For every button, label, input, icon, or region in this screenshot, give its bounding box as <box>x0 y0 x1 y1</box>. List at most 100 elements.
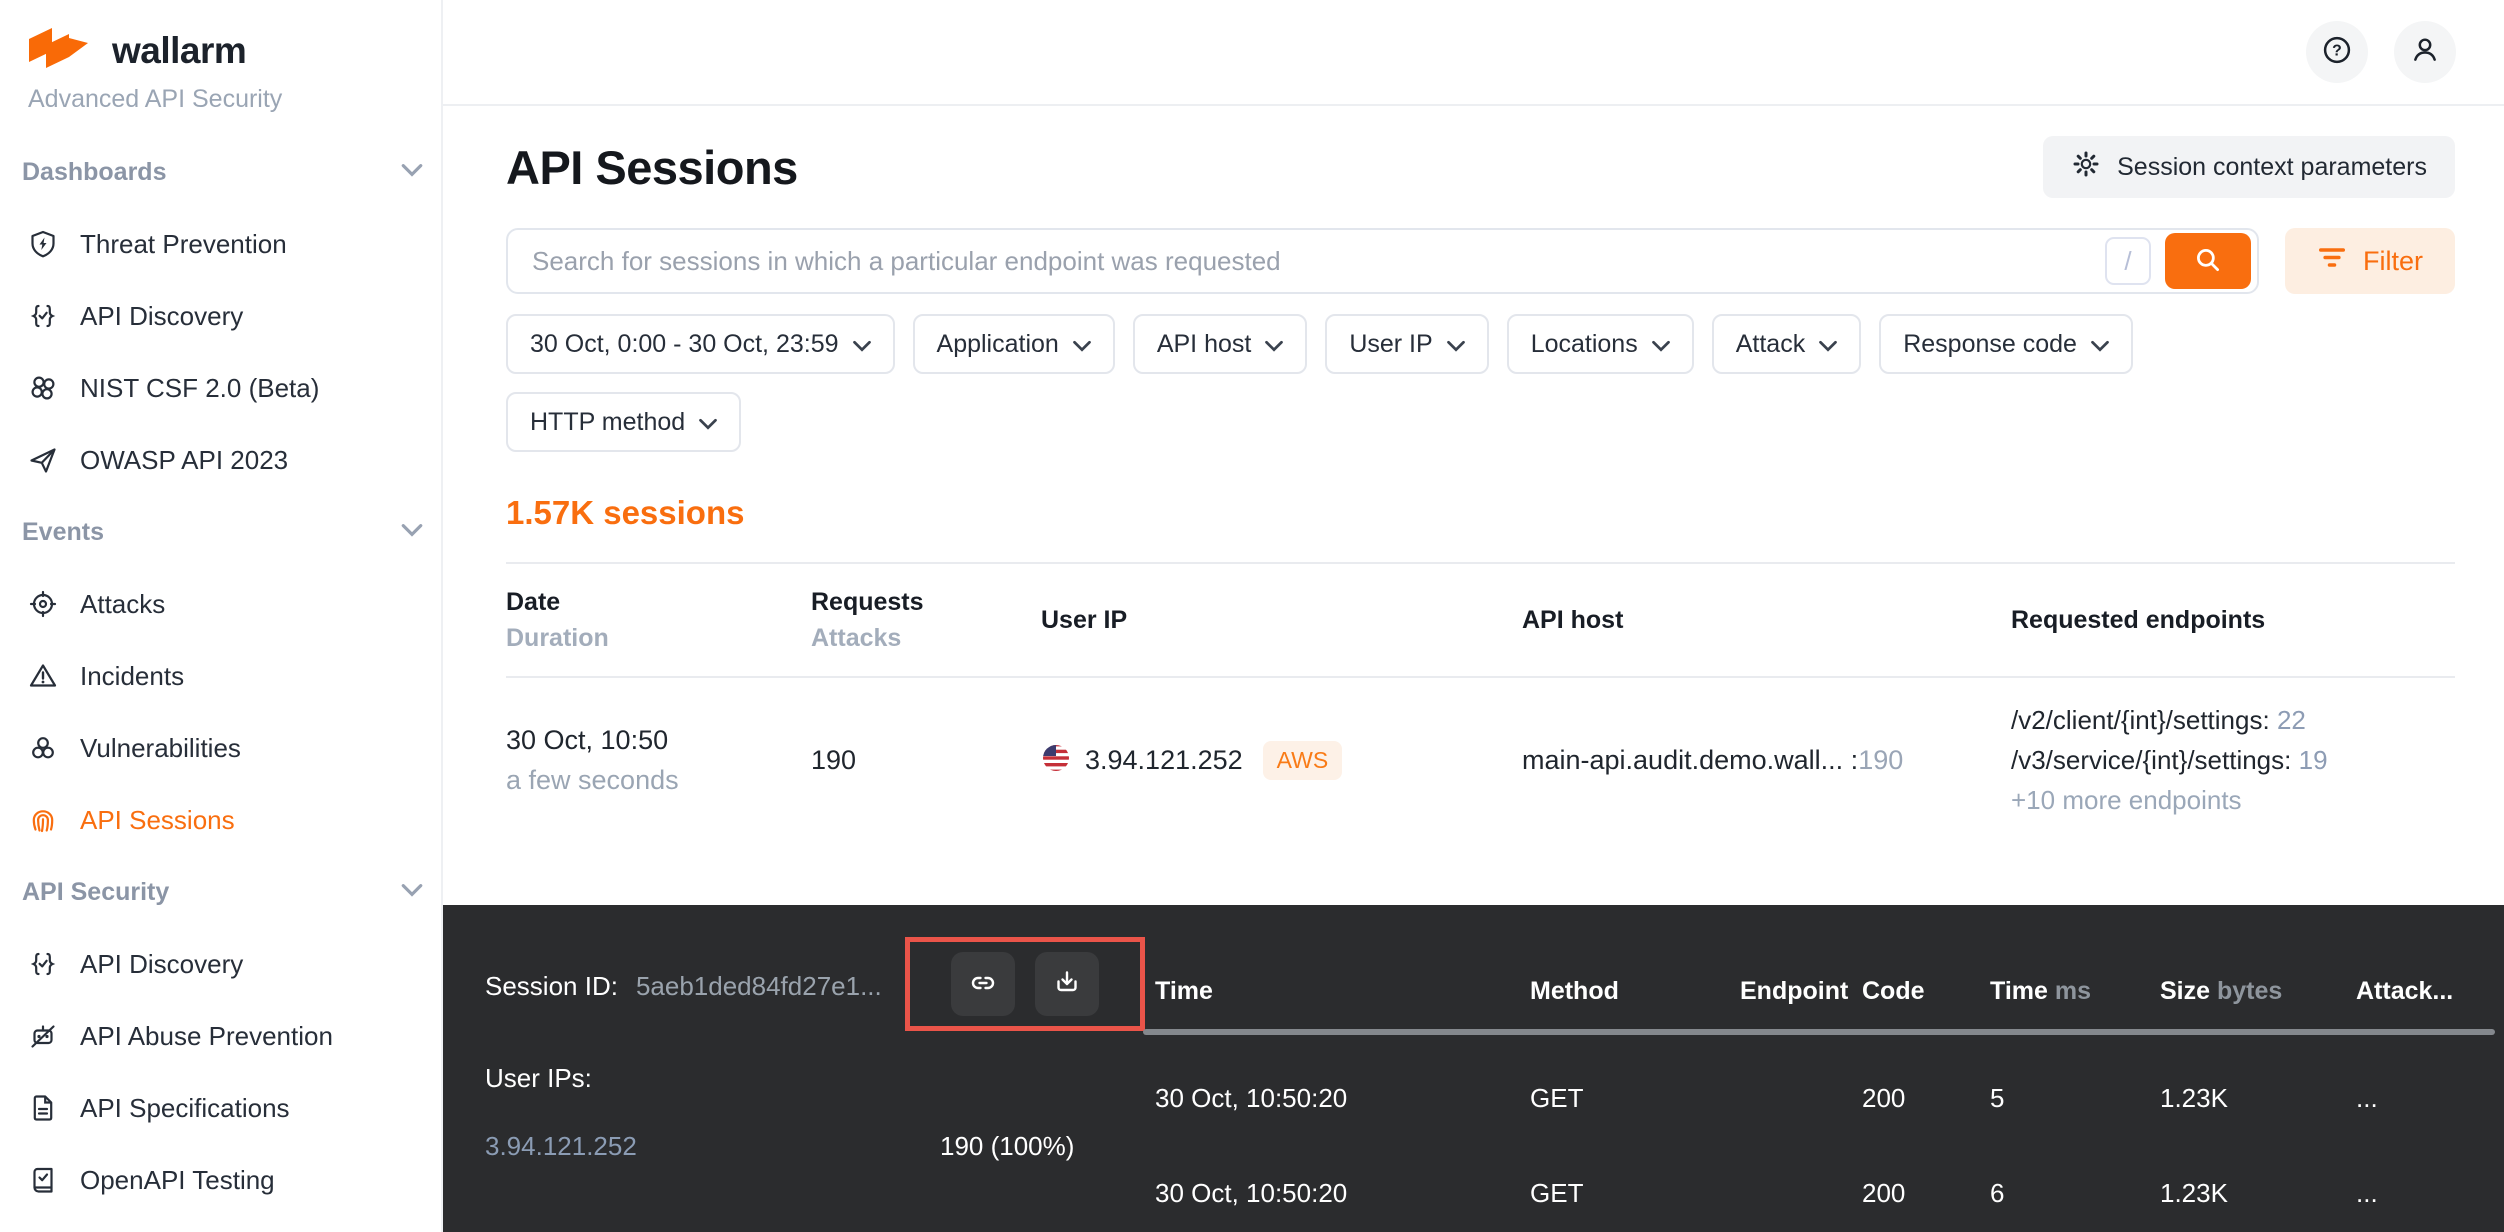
filter-lines-icon <box>2317 245 2347 277</box>
fingerprint-icon <box>28 805 58 835</box>
user-ip-share: 190 (100%) <box>940 1131 1074 1162</box>
request-row[interactable]: 30 Oct, 10:50:20 GET 200 5 1.23K ... <box>1155 1083 2504 1114</box>
chevron-down-icon <box>1652 330 1670 359</box>
search-box: / <box>506 228 2259 294</box>
sidebar-nav: Dashboards Threat Prevention API Discove… <box>22 136 423 1216</box>
http-method-filter[interactable]: HTTP method <box>506 392 741 452</box>
response-code-filter[interactable]: Response code <box>1879 314 2133 374</box>
top-bar: ? <box>443 0 2504 106</box>
ip-provider-badge: AWS <box>1263 741 1343 780</box>
application-filter[interactable]: Application <box>913 314 1115 374</box>
download-icon <box>1052 968 1082 1001</box>
search-icon <box>2192 244 2224 279</box>
keyboard-shortcut-badge: / <box>2105 237 2151 285</box>
help-button[interactable]: ? <box>2306 21 2368 83</box>
annotation-highlight <box>905 937 1145 1031</box>
clover-icon <box>28 373 58 403</box>
user-ips-label: User IPs: <box>485 1063 592 1094</box>
search-button[interactable] <box>2165 233 2251 289</box>
gear-icon <box>2071 149 2101 186</box>
sidebar: wallarm Advanced API Security Dashboards… <box>0 0 443 1232</box>
copy-session-link-button[interactable] <box>951 952 1015 1016</box>
col-requested-endpoints: Requested endpoints <box>2011 602 2455 638</box>
session-api-host: main-api.audit.demo.wall... <box>1522 745 1843 775</box>
search-input[interactable] <box>532 246 2091 277</box>
user-menu-button[interactable] <box>2394 21 2456 83</box>
user-ip-filter[interactable]: User IP <box>1325 314 1488 374</box>
session-id-label: Session ID: <box>485 971 618 1002</box>
svg-text:?: ? <box>2332 42 2342 59</box>
document-icon <box>28 1093 58 1123</box>
sessions-table-header: Date Duration Requests Attacks User IP A… <box>506 562 2455 678</box>
sidebar-item-incidents[interactable]: Incidents <box>22 640 423 712</box>
more-endpoints-link[interactable]: +10 more endpoints <box>2011 780 2455 820</box>
sidebar-item-api-abuse-prevention[interactable]: API Abuse Prevention <box>22 1000 423 1072</box>
user-icon <box>2408 33 2442 72</box>
endpoint-line: /v3/service/{int}/settings: 19 <box>2011 740 2455 780</box>
link-icon <box>968 968 998 1001</box>
col-attacks: Attacks <box>811 620 1041 656</box>
chevron-down-icon <box>853 330 871 359</box>
book-check-icon <box>28 1165 58 1195</box>
requests-table-header: Time Method Endpoint Code Time ms Size b… <box>1155 977 2504 1006</box>
sidebar-item-attacks[interactable]: Attacks <box>22 568 423 640</box>
trefoil-icon <box>28 733 58 763</box>
braces-check-icon <box>28 949 58 979</box>
chevron-down-icon <box>2091 330 2109 359</box>
sidebar-item-owasp-api[interactable]: OWASP API 2023 <box>22 424 423 496</box>
col-endpoint: Endpoint <box>1740 977 1862 1006</box>
session-user-ip: 3.94.121.252 <box>1085 745 1243 776</box>
request-row[interactable]: 30 Oct, 10:50:20 GET 200 6 1.23K ... <box>1155 1178 2504 1209</box>
attack-filter[interactable]: Attack <box>1712 314 1861 374</box>
logo-text: wallarm <box>112 30 246 72</box>
logo[interactable]: wallarm <box>22 26 423 75</box>
main-area: ? API Sessions Session context parameter… <box>443 0 2504 1232</box>
filter-button[interactable]: Filter <box>2285 228 2455 294</box>
sidebar-item-api-discovery[interactable]: API Discovery <box>22 280 423 352</box>
session-row[interactable]: 30 Oct, 10:50 a few seconds 190 3.94.121… <box>506 678 2455 842</box>
nav-section-dashboards[interactable]: Dashboards <box>22 136 423 208</box>
sidebar-item-api-specifications[interactable]: API Specifications <box>22 1072 423 1144</box>
session-context-parameters-button[interactable]: Session context parameters <box>2043 136 2455 198</box>
product-tagline: Advanced API Security <box>22 85 423 114</box>
chevron-down-icon <box>699 408 717 437</box>
nav-section-api-security[interactable]: API Security <box>22 856 423 928</box>
session-duration: a few seconds <box>506 760 811 800</box>
horizontal-scrollbar[interactable] <box>1143 1029 2495 1035</box>
api-host-filter[interactable]: API host <box>1133 314 1308 374</box>
col-size: Size bytes <box>2160 977 2356 1006</box>
shield-bolt-icon <box>28 229 58 259</box>
sidebar-item-api-discovery-2[interactable]: API Discovery <box>22 928 423 1000</box>
session-details-panel: Session ID: 5aeb1ded84fd27e1... Time Met… <box>443 905 2504 1232</box>
page-content: API Sessions Session context parameters … <box>443 106 2504 905</box>
sidebar-item-threat-prevention[interactable]: Threat Prevention <box>22 208 423 280</box>
col-duration: Duration <box>506 620 811 656</box>
sidebar-item-nist-csf[interactable]: NIST CSF 2.0 (Beta) <box>22 352 423 424</box>
chevron-down-icon <box>1073 330 1091 359</box>
session-requests: 190 <box>811 745 1041 776</box>
paper-plane-icon <box>28 445 58 475</box>
braces-check-icon <box>28 301 58 331</box>
panel-user-ip[interactable]: 3.94.121.252 <box>485 1131 637 1162</box>
nav-section-events[interactable]: Events <box>22 496 423 568</box>
api-host-request-count: 190 <box>1858 745 1903 775</box>
sidebar-item-vulnerabilities[interactable]: Vulnerabilities <box>22 712 423 784</box>
warning-triangle-icon <box>28 661 58 691</box>
wallarm-console: wallarm Advanced API Security Dashboards… <box>0 0 2504 1232</box>
sessions-count: 1.57K sessions <box>506 494 2455 532</box>
chevron-down-icon <box>401 883 423 902</box>
sidebar-item-api-sessions[interactable]: API Sessions <box>22 784 423 856</box>
us-flag-icon <box>1041 743 1071 778</box>
locations-filter[interactable]: Locations <box>1507 314 1694 374</box>
col-attack: Attack... <box>2356 977 2504 1006</box>
col-time-ms: Time ms <box>1990 977 2160 1006</box>
col-method: Method <box>1530 977 1740 1006</box>
filter-chips-row-2: HTTP method <box>506 392 2455 452</box>
chevron-down-icon <box>1819 330 1837 359</box>
download-session-button[interactable] <box>1035 952 1099 1016</box>
sidebar-item-openapi-testing[interactable]: OpenAPI Testing <box>22 1144 423 1216</box>
date-range-filter[interactable]: 30 Oct, 0:00 - 30 Oct, 23:59 <box>506 314 895 374</box>
col-time: Time <box>1155 977 1530 1006</box>
chevron-down-icon <box>1265 330 1283 359</box>
col-code: Code <box>1862 977 1990 1006</box>
